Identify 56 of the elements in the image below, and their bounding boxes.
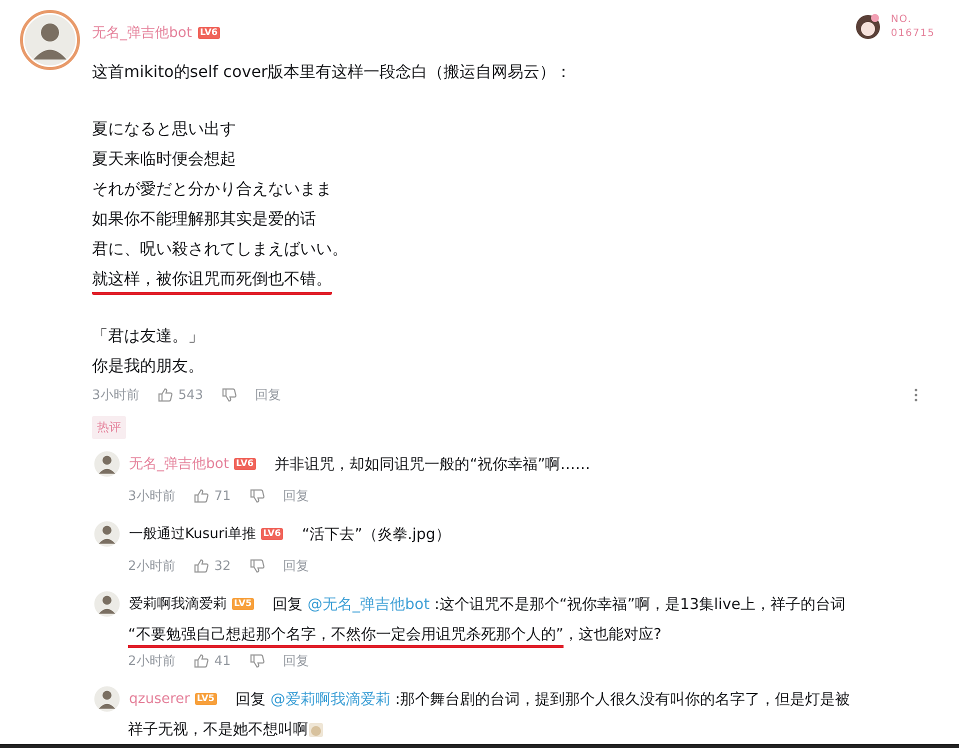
- comment-line: 就这样，被你诅咒而死倒也不错。: [92, 268, 332, 295]
- thumbs-down-icon[interactable]: [248, 488, 265, 504]
- timestamp: 2小时前: [128, 558, 176, 575]
- level-badge: LV6: [234, 458, 256, 470]
- username[interactable]: 无名_弹吉他bot: [92, 24, 192, 42]
- like-count: 71: [214, 488, 231, 504]
- reply-text: 回复 @爱莉啊我滴爱莉 :那个舞台剧的台词，提到那个人很久没有叫你的名字了，但是灯是被: [236, 690, 850, 708]
- fan-number: 016715: [890, 27, 935, 41]
- thumbs-up-icon[interactable]: [193, 653, 210, 669]
- reply-text: 并非诅咒，却如同诅咒一般的“祝你幸福”啊……: [274, 454, 590, 474]
- hot-comment-tag: 热评: [92, 416, 126, 439]
- reply-button[interactable]: 回复: [282, 652, 309, 670]
- comment-line: 「君は友達。」: [92, 325, 204, 347]
- reply-button[interactable]: 回复: [255, 386, 282, 404]
- comment-line: 夏天来临时便会想起: [92, 148, 236, 170]
- fan-number-label: NO.: [890, 13, 913, 27]
- thumbs-down-icon[interactable]: [248, 653, 265, 669]
- reply-text: “不要勉强自己想起那个名字，不然你一定会用诅咒杀死那个人的”，这也能对应?: [128, 625, 662, 644]
- level-badge: LV5: [194, 693, 217, 705]
- level-badge: LV5: [232, 598, 254, 610]
- like-count: 32: [214, 558, 231, 574]
- username[interactable]: 一般通过Kusuri单推: [129, 525, 256, 543]
- reply-text: 回复 @无名_弹吉他bot :这个诅咒不是那个“祝你幸福”啊，是13集live上，祥子的台词: [272, 594, 846, 614]
- thumbs-up-icon[interactable]: [193, 488, 210, 504]
- avatar-icon[interactable]: [92, 684, 122, 714]
- comment-line: 夏になると思い出す: [92, 118, 236, 140]
- reply-text: 祥子无视，不是她不想叫啊: [128, 720, 308, 739]
- username[interactable]: qzuserer: [129, 691, 190, 707]
- comment-line: 这首mikito的self cover版本里有这样一段念白（搬运自网易云）：: [92, 61, 572, 83]
- more-icon[interactable]: [914, 388, 918, 402]
- avatar-icon[interactable]: [92, 519, 122, 549]
- comment-line: 如果你不能理解那其实是爱的话: [92, 208, 316, 230]
- mention-link[interactable]: @爱莉啊我滴爱莉: [270, 690, 390, 708]
- avatar-icon[interactable]: [20, 10, 80, 70]
- like-count: 543: [178, 388, 204, 402]
- timestamp: 2小时前: [128, 653, 176, 670]
- comment-line: それが愛だと分かり合えないまま: [92, 178, 332, 200]
- comment-line: 君に、呪い殺されてしまえばいい。: [92, 238, 348, 260]
- level-badge: LV6: [261, 528, 283, 540]
- username[interactable]: 无名_弹吉他bot: [129, 455, 229, 473]
- thumbs-down-icon[interactable]: [248, 558, 265, 574]
- thumbs-down-icon[interactable]: [221, 387, 238, 403]
- thumbs-up-icon[interactable]: [193, 558, 210, 574]
- avatar-icon[interactable]: [92, 449, 122, 479]
- thumbs-up-icon[interactable]: [157, 387, 174, 403]
- username[interactable]: 爱莉啊我滴爱莉: [129, 595, 227, 613]
- like-count: 41: [214, 654, 231, 668]
- reply-button[interactable]: 回复: [282, 557, 309, 575]
- mention-link[interactable]: @无名_弹吉他bot: [308, 594, 430, 612]
- avatar-icon[interactable]: [92, 589, 122, 619]
- reply-button[interactable]: 回复: [282, 487, 309, 505]
- comment-line: 你是我的朋友。: [92, 355, 204, 377]
- level-badge: LV6: [198, 27, 220, 39]
- timestamp: 3小时前: [92, 387, 140, 404]
- reply-text: “活下去”（炎拳.jpg）: [302, 524, 450, 544]
- timestamp: 3小时前: [128, 488, 176, 505]
